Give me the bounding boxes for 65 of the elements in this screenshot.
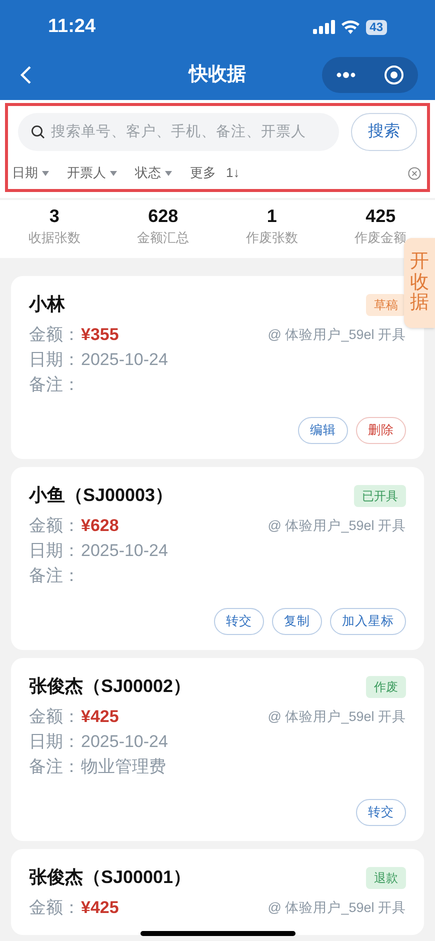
status-tag: 作废 xyxy=(366,676,406,698)
sort-toggle[interactable]: 1↓ xyxy=(226,163,240,183)
customer-name: 张俊杰（SJ00001） xyxy=(29,866,192,889)
date-value: 2025-10-24 xyxy=(81,731,168,753)
stat-value: 628 xyxy=(148,205,178,228)
note-label: 备注： xyxy=(29,374,81,396)
date-label: 日期： xyxy=(29,349,81,371)
note-label: 备注： xyxy=(29,756,81,778)
issuer-text: @ 体验用户_59el 开具 xyxy=(268,326,406,344)
amount-value: ¥425 xyxy=(81,706,119,728)
back-icon[interactable] xyxy=(20,65,32,85)
date-value: 2025-10-24 xyxy=(81,540,168,562)
customer-name: 小鱼（SJ00003） xyxy=(29,484,174,507)
close-target-icon[interactable] xyxy=(384,65,404,85)
stat-label: 金额汇总 xyxy=(137,229,190,247)
search-button[interactable]: 搜索 xyxy=(351,113,417,151)
date-label: 日期： xyxy=(29,540,81,562)
status-tag: 草稿 xyxy=(366,294,406,316)
stat-value: 3 xyxy=(49,205,60,228)
customer-name: 小林 xyxy=(29,293,65,316)
amount-label: 金额： xyxy=(29,324,81,346)
capsule-menu[interactable] xyxy=(322,57,418,93)
search-icon xyxy=(31,125,45,139)
amount-label: 金额： xyxy=(29,706,81,728)
amount-value: ¥628 xyxy=(81,515,119,537)
more-icon[interactable] xyxy=(336,72,356,78)
battery-icon: 43 xyxy=(366,20,387,34)
date-value: 2025-10-24 xyxy=(81,349,168,371)
customer-name: 张俊杰（SJ00002） xyxy=(29,675,192,698)
note-value: 物业管理费 xyxy=(81,756,166,778)
wifi-icon xyxy=(340,20,360,34)
filter-dropdown[interactable]: 状态 xyxy=(135,163,172,183)
action-button[interactable]: 转交 xyxy=(356,799,406,826)
action-button[interactable]: 编辑 xyxy=(298,417,348,444)
action-button[interactable]: 转交 xyxy=(214,608,264,635)
stat-label: 作废张数 xyxy=(246,229,298,247)
issuer-text: @ 体验用户_59el 开具 xyxy=(268,708,406,726)
caret-icon xyxy=(110,170,117,176)
clear-icon[interactable] xyxy=(408,166,421,180)
action-button[interactable]: 加入星标 xyxy=(330,608,406,635)
signal-icon xyxy=(312,20,335,34)
amount-value: ¥425 xyxy=(81,897,119,919)
action-button[interactable]: 复制 xyxy=(272,608,322,635)
stat-label: 作废金额 xyxy=(354,229,407,247)
filter-dropdown[interactable]: 开票人 xyxy=(67,163,117,183)
date-label: 日期： xyxy=(29,731,81,753)
filter-dropdown[interactable]: 日期 xyxy=(12,163,49,183)
note-label: 备注： xyxy=(29,565,81,587)
caret-icon xyxy=(42,170,49,176)
status-time: 11:24 xyxy=(48,14,96,39)
issuer-text: @ 体验用户_59el 开具 xyxy=(268,517,406,535)
page-title: 快收据 xyxy=(189,62,246,87)
search-field[interactable]: 搜索单号、客户、手机、备注、开票人 xyxy=(18,113,339,151)
amount-value: ¥355 xyxy=(81,324,119,346)
caret-icon xyxy=(165,170,172,176)
amount-label: 金额： xyxy=(29,515,81,537)
status-tag: 已开具 xyxy=(354,485,406,507)
filter-dropdown[interactable]: 更多 xyxy=(190,163,216,183)
action-button[interactable]: 删除 xyxy=(356,417,406,444)
issuer-text: @ 体验用户_59el 开具 xyxy=(268,899,406,917)
stat-value: 425 xyxy=(366,205,396,228)
stat-label: 收据张数 xyxy=(28,229,80,247)
stat-value: 1 xyxy=(266,205,277,228)
status-tag: 退款 xyxy=(366,867,406,889)
amount-label: 金额： xyxy=(29,897,81,919)
